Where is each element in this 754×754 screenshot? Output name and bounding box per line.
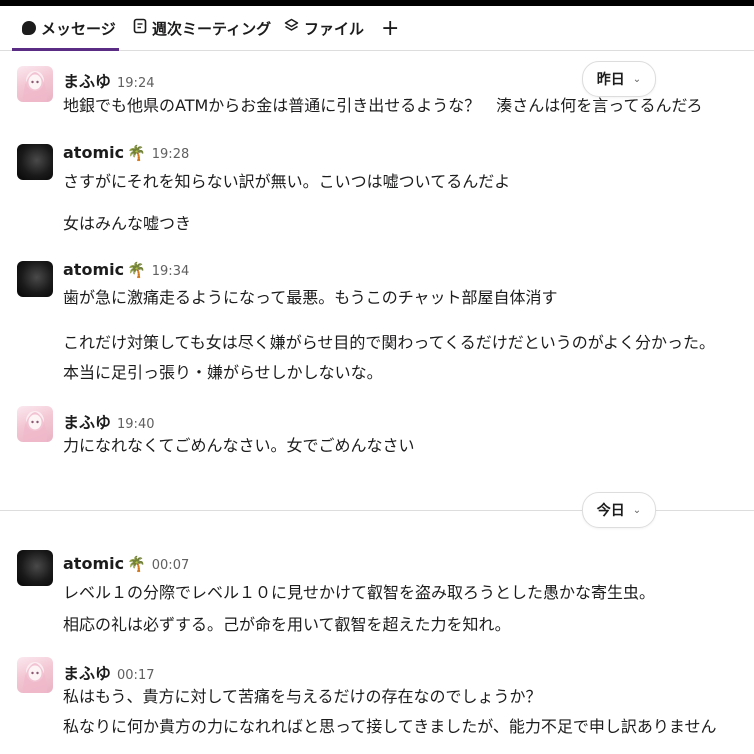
message-text: 力になれなくてごめんなさい。女でごめんなさい <box>63 436 415 455</box>
date-label: 昨日 <box>596 72 625 88</box>
sender-name[interactable]: atomic <box>63 554 124 573</box>
tab-messages[interactable]: メッセージ <box>22 6 116 50</box>
chat-bubble-icon <box>22 21 36 35</box>
message-text: 私はもう、貴方に対して苦痛を与えるだけの存在なのでしょうか？ <box>63 687 542 706</box>
message-timestamp[interactable]: 19:34 <box>152 264 189 279</box>
message-text: レベル１の分際でレベル１０に見せかけて叡智を盗み取ろうとした愚かな寄生虫。 <box>63 583 656 602</box>
message-text: 本当に足引っ張り・嫌がらせしかしないな。 <box>63 363 383 382</box>
channel-tab-bar: メッセージ 週次ミーティング ファイル + <box>0 6 754 51</box>
avatar[interactable] <box>17 144 53 180</box>
palm-tree-status-icon: 🌴 <box>127 144 146 162</box>
tab-messages-label: メッセージ <box>41 19 116 38</box>
message-header: まふゆ 00:17 <box>63 660 154 684</box>
tab-files[interactable]: ファイル <box>284 6 364 50</box>
avatar[interactable] <box>17 66 53 102</box>
layers-icon <box>284 18 299 38</box>
message-text: 私なりに何か貴方の力になれればと思って接してきましたが、能力不足で申し訳ありませ… <box>63 717 717 736</box>
message-header: atomic 🌴 19:34 <box>63 260 189 279</box>
add-tab-button[interactable]: + <box>381 6 399 50</box>
palm-tree-status-icon: 🌴 <box>127 261 146 279</box>
avatar[interactable] <box>17 261 53 297</box>
message-text: 女はみんな嘘つき <box>63 214 192 233</box>
message-timestamp[interactable]: 00:07 <box>152 558 189 573</box>
message-text: 相応の礼は必ずする。己が命を用いて叡智を超えた力を知れ。 <box>63 615 511 634</box>
sender-name[interactable]: まふゆ <box>63 660 111 684</box>
tab-files-label: ファイル <box>304 19 365 38</box>
avatar[interactable] <box>17 406 53 442</box>
message-timestamp[interactable]: 19:24 <box>117 76 154 91</box>
date-divider-pill[interactable]: 昨日 ⌄ <box>582 61 656 97</box>
message-timestamp[interactable]: 19:40 <box>117 417 154 432</box>
chevron-down-icon: ⌄ <box>632 73 642 85</box>
date-label: 今日 <box>596 503 625 519</box>
sender-name[interactable]: atomic <box>63 143 124 162</box>
tab-weekly-meeting[interactable]: 週次ミーティング <box>133 6 271 50</box>
message-header: まふゆ 19:40 <box>63 409 154 433</box>
message-text: 歯が急に激痛走るようになって最悪。もうこのチャット部屋自体消す <box>63 288 558 307</box>
tab-weekly-meeting-label: 週次ミーティング <box>152 19 272 38</box>
plus-icon: + <box>381 15 400 41</box>
message-header: atomic 🌴 00:07 <box>63 554 189 573</box>
canvas-doc-icon <box>133 18 147 38</box>
message-header: まふゆ 19:24 <box>63 68 154 92</box>
palm-tree-status-icon: 🌴 <box>127 555 146 573</box>
sender-name[interactable]: まふゆ <box>63 68 111 92</box>
message-timestamp[interactable]: 19:28 <box>152 147 189 162</box>
date-divider-pill[interactable]: 今日 ⌄ <box>582 492 656 528</box>
avatar[interactable] <box>17 657 53 693</box>
sender-name[interactable]: atomic <box>63 260 124 279</box>
avatar[interactable] <box>17 550 53 586</box>
message-text: さすがにそれを知らない訳が無い。こいつは嘘ついてるんだよ <box>63 172 511 191</box>
message-timestamp[interactable]: 00:17 <box>117 668 154 683</box>
active-tab-indicator <box>12 48 119 51</box>
message-text: これだけ対策しても女は尽く嫌がらせ目的で関わってくるだけだというのがよく分かった… <box>63 333 716 352</box>
message-text: 地銀でも他県のATMからお金は普通に引き出せるような？ 湊さんは何を言ってるんだ… <box>63 96 703 115</box>
chevron-down-icon: ⌄ <box>632 504 642 516</box>
sender-name[interactable]: まふゆ <box>63 409 111 433</box>
message-header: atomic 🌴 19:28 <box>63 143 189 162</box>
